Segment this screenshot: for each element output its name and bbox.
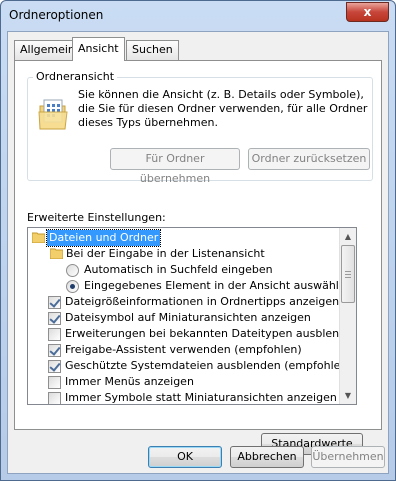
folder-options-window: Ordneroptionen x Allgemein Ansicht Suche… [0,0,396,481]
tree-item-label: Dateigrößeinformationen in Ordnertipps a… [65,295,340,308]
window-title: Ordneroptionen [9,8,104,22]
ok-button[interactable]: OK [148,446,222,468]
folder-view-icon [38,98,68,132]
tab-panel-ansicht: Ordneransicht Sie können die Ansicht (z.… [14,60,382,455]
tab-ansicht[interactable]: Ansicht [72,37,125,61]
folder-icon [31,232,46,244]
apply-to-folders-button[interactable]: Für Ordner übernehmen [110,148,240,185]
advanced-settings-label: Erweiterte Einstellungen: [27,211,166,224]
tree-item-label: Erweiterungen bei bekannten Dateitypen a… [65,327,357,340]
folder-view-description: Sie können die Ansicht (z. B. Details od… [78,88,368,129]
tree-item-label: Immer Symbole statt Miniaturansichten an… [65,391,337,404]
tree-item-label: Dateien und Ordner [45,229,162,247]
folder-view-group: Ordneransicht Sie können die Ansicht (z.… [27,70,373,185]
tree-item-label: Geschützte Systemdateien ausblenden (emp… [65,359,352,372]
apply-button[interactable]: Übernehmen [311,446,385,468]
title-bar[interactable]: Ordneroptionen x [1,1,395,29]
checkbox[interactable] [48,296,61,309]
checkbox[interactable] [48,344,61,357]
checkbox[interactable] [48,328,61,341]
tree-item-label: Bei der Eingabe in der Listenansicht [66,247,265,260]
folder-icon [49,248,64,260]
grip-icon [345,271,351,278]
radio-button[interactable] [66,264,79,277]
tab-suchen[interactable]: Suchen [126,40,179,60]
vertical-scrollbar[interactable]: ▲ ▼ [339,228,356,404]
advanced-settings-tree[interactable]: Dateien und Ordner Bei der Eingabe in de… [27,227,357,405]
checkbox[interactable] [48,312,61,325]
cancel-button[interactable]: Abbrechen [230,446,304,468]
tree-item-label: Automatisch in Suchfeld eingeben [84,263,273,276]
tree-item-label: Freigabe-Assistent verwenden (empfohlen) [65,343,302,356]
scroll-down-icon[interactable]: ▼ [340,387,356,404]
radio-button[interactable] [66,280,79,293]
tree-item-label: Eingegebenes Element in der Ansicht ausw… [84,279,353,292]
tree-item-label: Immer Menüs anzeigen [65,375,194,388]
tab-allgemein[interactable]: Allgemein [14,40,81,60]
scrollbar-thumb[interactable] [341,245,355,303]
folder-view-group-label: Ordneransicht [33,70,118,83]
checkbox[interactable] [48,376,61,389]
tree-item-label: Dateisymbol auf Miniaturansichten anzeig… [65,311,311,324]
dialog-client-area: Allgemein Ansicht Suchen Ordneransicht S… [7,31,389,474]
reset-folders-button[interactable]: Ordner zurücksetzen [248,148,370,170]
scroll-up-icon[interactable]: ▲ [340,228,356,245]
checkbox[interactable] [48,360,61,373]
checkbox[interactable] [48,392,61,404]
close-icon[interactable]: x [346,2,389,22]
